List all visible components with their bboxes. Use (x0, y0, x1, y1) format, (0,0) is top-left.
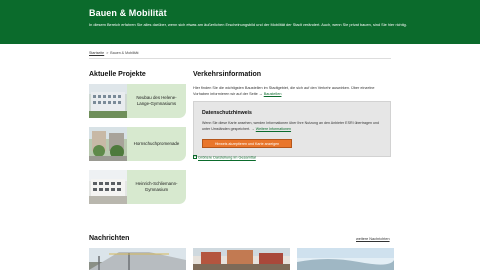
traffic-title: Verkehrsinformation (193, 71, 262, 78)
page-header: Bauen & Mobilität In diesem Bereich erfa… (0, 0, 480, 44)
breadcrumb-current: Bauen & Mobilität (110, 51, 139, 55)
breadcrumb-divider (89, 58, 391, 59)
project-label-card: Hornschuchpromenade (127, 127, 186, 161)
page-title: Bauen & Mobilität (89, 8, 167, 18)
arrow-right-icon: → (258, 92, 263, 96)
external-window-icon (193, 155, 197, 159)
project-label: Heinrich-Schliemann-Gymnasium (135, 181, 178, 192)
news-image[interactable] (297, 248, 394, 270)
project-card[interactable]: Heinrich-Schliemann-Gymnasium (89, 170, 186, 204)
more-news-link[interactable]: weitere Nachrichten (356, 237, 390, 241)
news-image[interactable] (89, 248, 186, 270)
project-card[interactable]: Neubau des Helene-Lange-Gymnasiums (89, 84, 186, 118)
project-label: Hornschuchpromenade (133, 141, 180, 146)
accept-and-show-map-button[interactable]: Hinweis akzeptieren und Karte anzeigen (202, 139, 292, 148)
more-info-link[interactable]: Weitere Informationen (256, 127, 291, 131)
project-label-card: Heinrich-Schliemann-Gymnasium (127, 170, 186, 204)
traffic-text: Hier finden Sie die wichtigsten Baustell… (193, 86, 375, 96)
breadcrumb-home-link[interactable]: Startseite (89, 51, 104, 55)
news-image[interactable] (193, 248, 290, 270)
larger-view-link[interactable]: Größere Darstellung im Gesamttal (193, 155, 256, 160)
projects-title: Aktuelle Projekte (89, 71, 146, 78)
traffic-description: Hier finden Sie die wichtigsten Baustell… (193, 85, 391, 97)
project-image (89, 170, 127, 204)
privacy-text-block: Wenn Sie diese Karte ansehen, werden Inf… (202, 121, 386, 132)
project-label: Neubau des Helene-Lange-Gymnasiums (136, 95, 177, 106)
privacy-title: Datenschutzhinweis (202, 110, 252, 116)
project-label-card: Neubau des Helene-Lange-Gymnasiums (127, 84, 186, 118)
breadcrumb-separator: > (106, 51, 109, 55)
breadcrumb: Startseite > Bauen & Mobilität (89, 51, 138, 55)
news-title: Nachrichten (89, 235, 130, 242)
project-card[interactable]: Hornschuchpromenade (89, 127, 186, 161)
arrow-right-icon: → (251, 126, 255, 131)
project-image (89, 84, 127, 118)
privacy-notice-box: Datenschutzhinweis Wenn Sie diese Karte … (193, 101, 391, 157)
larger-view-label: Größere Darstellung im Gesamttal (198, 155, 256, 160)
project-image (89, 127, 127, 161)
construction-sites-link[interactable]: Baustellen (264, 92, 282, 96)
page-intro: In diesem Bereich erfahren Sie alles dar… (89, 22, 407, 27)
